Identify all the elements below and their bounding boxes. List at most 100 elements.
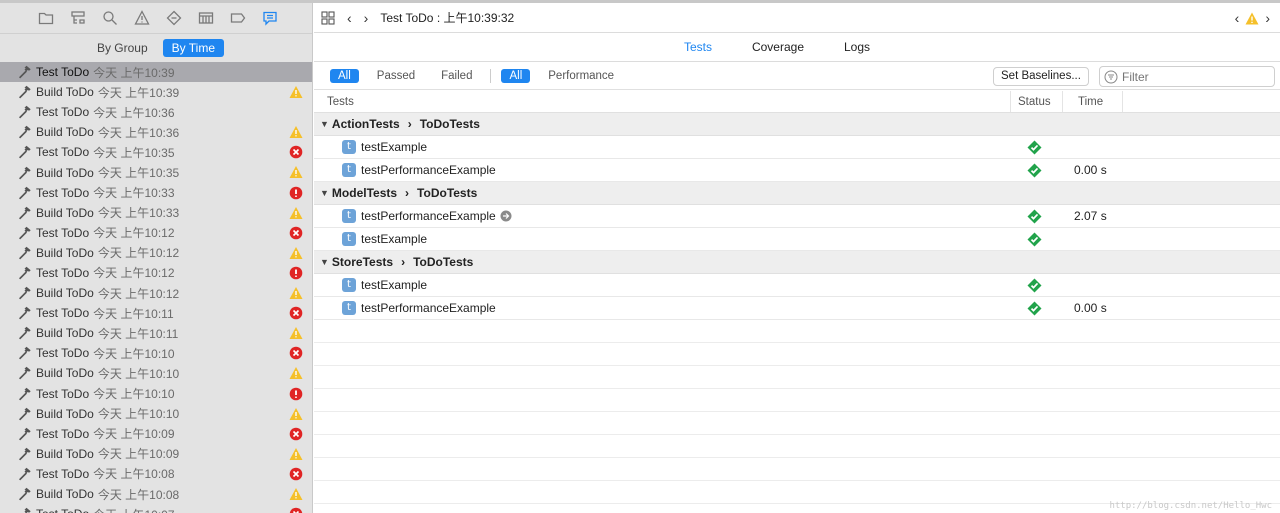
jump-bar-issue-nav: ‹ ›	[1235, 10, 1270, 26]
test-row[interactable]: t testExample	[314, 274, 1280, 297]
warning-icon	[289, 327, 303, 340]
related-items-grid-icon[interactable]	[321, 10, 335, 25]
log-timestamp: 今天 上午10:10	[93, 387, 175, 402]
previous-issue-chevron-icon[interactable]: ‹	[1235, 10, 1240, 26]
hierarchy-icon[interactable]	[69, 9, 87, 27]
hammer-icon	[18, 467, 32, 481]
log-title: Test ToDo	[36, 145, 90, 160]
tests-column-header[interactable]: Tests	[327, 96, 354, 108]
log-timestamp: 今天 上午10:10	[97, 366, 180, 381]
disclosure-triangle-icon[interactable]: ▼	[320, 188, 329, 198]
log-timestamp: 今天 上午10:12	[93, 266, 175, 281]
back-chevron-icon[interactable]: ‹	[347, 10, 352, 26]
test-row[interactable]: t testExample	[314, 136, 1280, 159]
filter-passed-button[interactable]: Passed	[369, 69, 423, 83]
log-row[interactable]: Test ToDo 今天 上午10:11	[0, 303, 312, 323]
jump-bar-title[interactable]: Test ToDo : 上午10:39:32	[380, 9, 514, 26]
folder-icon[interactable]	[37, 9, 55, 27]
test-row[interactable]: t testExample	[314, 228, 1280, 251]
log-timestamp: 今天 上午10:09	[93, 427, 175, 442]
disclosure-triangle-icon[interactable]: ▼	[320, 119, 329, 129]
filter-performance-button[interactable]: Performance	[540, 69, 622, 83]
xcode-report-navigator-window: By Group By Time Test ToDo 今天 上午10:39 Buil…	[0, 0, 1280, 513]
by-time-segment[interactable]: By Time	[162, 38, 225, 57]
filter-field[interactable]	[1099, 66, 1275, 87]
log-row[interactable]: Build ToDo 今天 上午10:10	[0, 404, 312, 424]
filter-icon	[1104, 70, 1118, 83]
log-row[interactable]: Build ToDo 今天 上午10:12	[0, 243, 312, 263]
log-row[interactable]: Test ToDo 今天 上午10:12	[0, 263, 312, 283]
filter-input[interactable]	[1122, 69, 1262, 84]
diamond-test-icon[interactable]	[165, 9, 183, 27]
log-row[interactable]: Test ToDo 今天 上午10:09	[0, 424, 312, 444]
filter-all-kinds-button[interactable]: All	[501, 68, 531, 83]
log-title: Build ToDo	[36, 366, 94, 381]
log-row[interactable]: Build ToDo 今天 上午10:08	[0, 484, 312, 504]
log-row[interactable]: Test ToDo 今天 上午10:12	[0, 223, 312, 243]
failed-x-icon	[289, 146, 303, 159]
test-group-row[interactable]: ▼ StoreTests › ToDoTests	[314, 251, 1280, 274]
log-title: Test ToDo	[36, 185, 90, 200]
log-title: Test ToDo	[36, 225, 90, 240]
log-row[interactable]: Test ToDo 今天 上午10:33	[0, 183, 312, 203]
hammer-icon	[18, 266, 32, 280]
search-icon[interactable]	[101, 9, 119, 27]
tests-table-body: ▼ ActionTests › ToDoTests t testExample t testP…	[314, 113, 1280, 504]
forward-chevron-icon[interactable]: ›	[364, 10, 369, 26]
hammer-icon	[18, 226, 32, 240]
log-title: Build ToDo	[36, 125, 94, 140]
log-row[interactable]: Build ToDo 今天 上午10:39	[0, 82, 312, 102]
log-row[interactable]: Test ToDo 今天 上午10:08	[0, 464, 312, 484]
test-group-row[interactable]: ▼ ActionTests › ToDoTests	[314, 113, 1280, 136]
next-issue-chevron-icon[interactable]: ›	[1265, 10, 1270, 26]
hammer-icon	[18, 65, 32, 79]
log-row[interactable]: Test ToDo 今天 上午10:35	[0, 142, 312, 162]
test-row[interactable]: t testPerformanceExample 0.00 s	[314, 297, 1280, 320]
status-column-header[interactable]: Status	[1018, 96, 1051, 108]
log-row[interactable]: Test ToDo 今天 上午10:36	[0, 102, 312, 122]
log-row[interactable]: Test ToDo 今天 上午10:10	[0, 343, 312, 363]
warning-icon[interactable]	[1245, 12, 1259, 25]
failed-x-icon	[289, 467, 303, 481]
log-row[interactable]: Build ToDo 今天 上午10:35	[0, 162, 312, 182]
log-title: Test ToDo	[36, 65, 90, 80]
breakpoint-tag-icon[interactable]	[229, 9, 247, 27]
test-group-row[interactable]: ▼ ModelTests › ToDoTests	[314, 182, 1280, 205]
log-row[interactable]: Build ToDo 今天 上午10:10	[0, 363, 312, 383]
log-row[interactable]: Build ToDo 今天 上午10:09	[0, 444, 312, 464]
passed-check-icon	[1027, 163, 1042, 178]
filter-failed-button[interactable]: Failed	[433, 69, 480, 83]
failed-x-icon	[289, 427, 303, 440]
test-row[interactable]: t testPerformanceExample 0.00 s	[314, 159, 1280, 182]
log-row[interactable]: Test ToDo 今天 上午10:10	[0, 384, 312, 404]
debug-gauge-icon[interactable]	[197, 9, 215, 27]
log-title: Build ToDo	[36, 85, 94, 100]
tab-tests[interactable]: Tests	[684, 40, 712, 54]
log-row[interactable]: Build ToDo 今天 上午10:11	[0, 323, 312, 343]
report-bubble-icon[interactable]	[261, 9, 279, 27]
passed-check-icon	[1027, 301, 1042, 316]
warning-triangle-icon[interactable]	[133, 9, 151, 27]
test-row[interactable]: t testPerformanceExample 2.07 s	[314, 205, 1280, 228]
log-row[interactable]: Test ToDo 今天 上午10:07	[0, 504, 312, 513]
log-row[interactable]: Build ToDo 今天 上午10:36	[0, 122, 312, 142]
report-editor: ‹ › Test ToDo : 上午10:39:32 ‹ › Tests Cov…	[314, 3, 1280, 513]
log-row[interactable]: Build ToDo 今天 上午10:12	[0, 283, 312, 303]
tab-coverage[interactable]: Coverage	[752, 40, 804, 54]
empty-row	[314, 343, 1280, 366]
tab-logs[interactable]: Logs	[844, 40, 870, 54]
filter-all-results-button[interactable]: All	[330, 68, 359, 83]
log-row[interactable]: Test ToDo 今天 上午10:39	[0, 62, 312, 83]
log-row[interactable]: Build ToDo 今天 上午10:33	[0, 203, 312, 223]
set-baselines-button[interactable]: Set Baselines...	[993, 67, 1089, 86]
hammer-icon	[18, 326, 32, 340]
jump-arrow-icon[interactable]	[500, 210, 512, 222]
by-group-segment[interactable]: By Group	[88, 39, 157, 57]
empty-row	[314, 366, 1280, 389]
log-title: Build ToDo	[36, 286, 94, 301]
empty-row	[314, 320, 1280, 343]
hammer-icon	[18, 306, 32, 320]
disclosure-triangle-icon[interactable]: ▼	[320, 257, 329, 267]
time-column-header[interactable]: Time	[1078, 96, 1103, 108]
error-icon	[289, 387, 303, 400]
